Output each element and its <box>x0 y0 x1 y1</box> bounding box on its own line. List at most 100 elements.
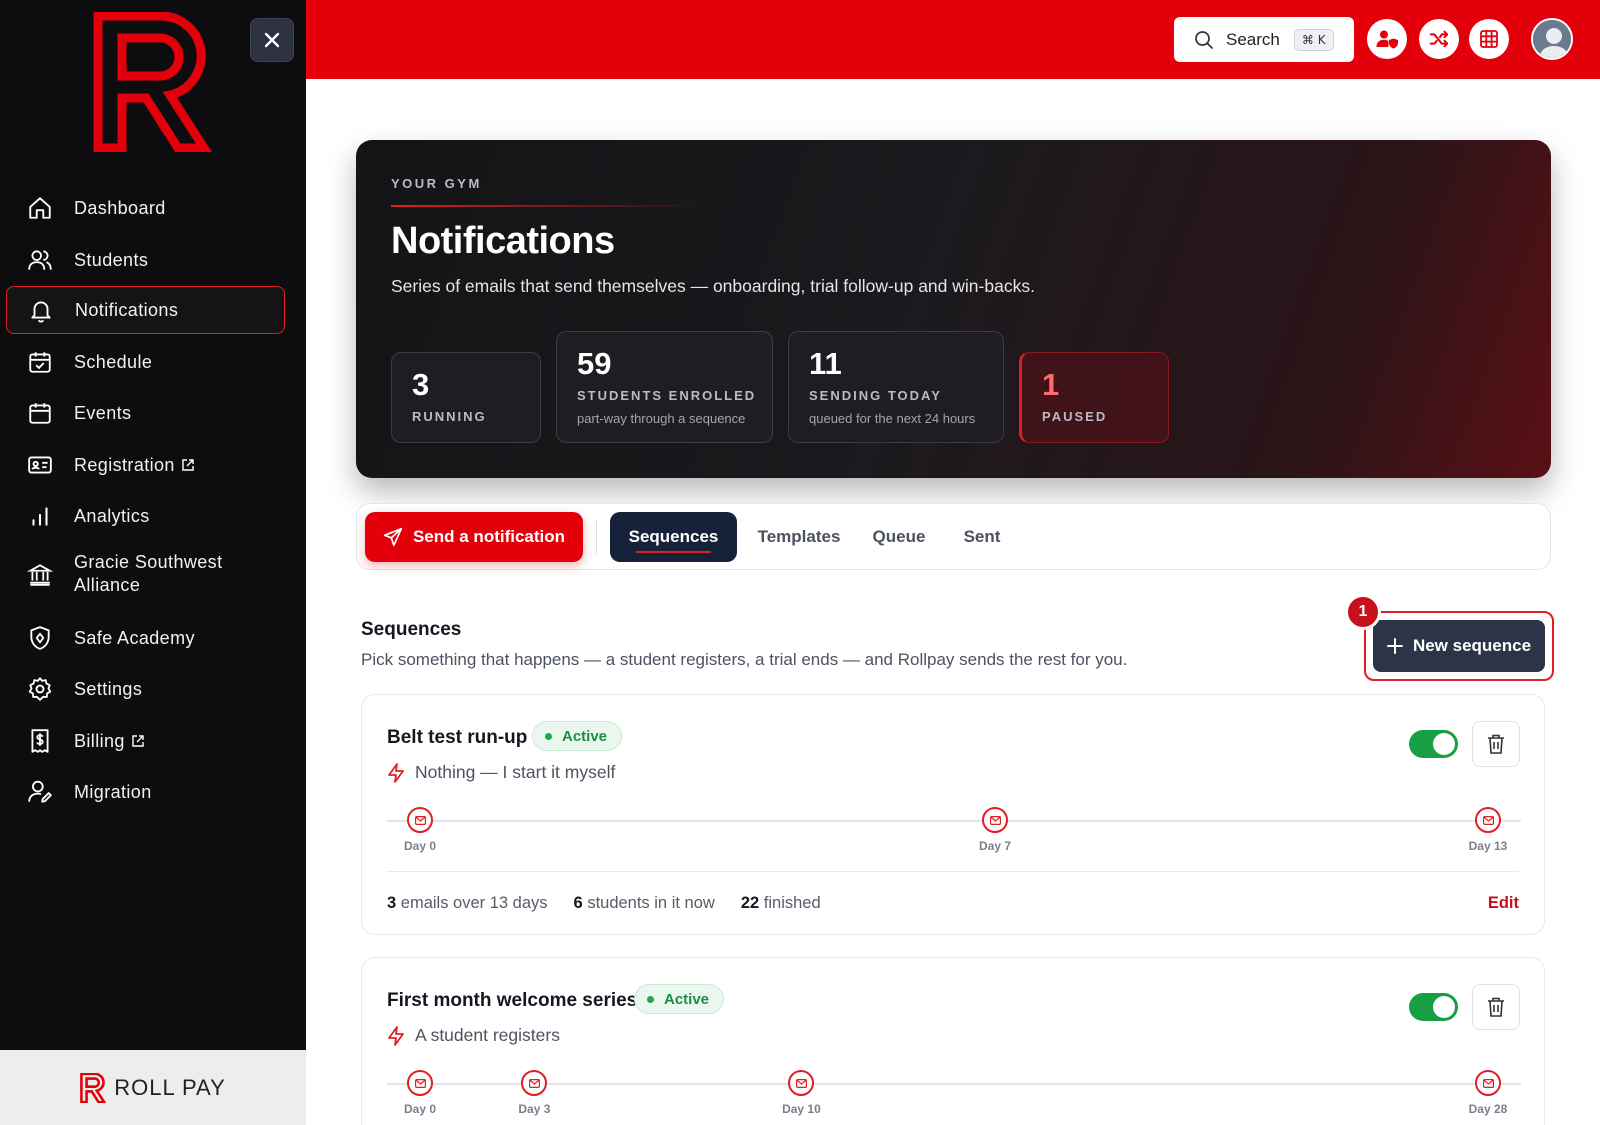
user-security-button[interactable] <box>1367 19 1407 59</box>
sidebar-item-label: Billing <box>74 730 145 753</box>
mail-icon <box>1475 807 1501 833</box>
sequences-heading: Sequences <box>361 619 462 640</box>
tabs-divider <box>596 520 597 554</box>
tab-sent[interactable]: Sent <box>947 512 1017 562</box>
timeline-step-label: Day 13 <box>1468 839 1508 853</box>
status-badge: Active <box>532 721 623 751</box>
sidebar-item-settings[interactable]: Settings <box>6 665 285 713</box>
stat-paused[interactable]: 1 PAUSED <box>1019 352 1169 443</box>
sidebar-item-billing[interactable]: Billing <box>6 717 285 765</box>
mail-icon <box>982 807 1009 833</box>
sequence-enabled-toggle[interactable] <box>1409 993 1458 1021</box>
stat-value: 3 <box>412 367 430 402</box>
tab-templates[interactable]: Templates <box>747 512 851 562</box>
stat-value: 11 <box>809 346 842 381</box>
tab-sequences[interactable]: Sequences <box>610 512 737 562</box>
hero-eyebrow: YOUR GYM <box>391 176 482 191</box>
sidebar-item-label: Schedule <box>74 351 153 372</box>
rollpay-logo <box>93 12 212 152</box>
user-edit-icon <box>26 778 54 806</box>
sidebar-item-registration[interactable]: Registration <box>6 441 285 489</box>
sequence-card: Belt test run-up Active Nothing — I star… <box>361 694 1545 935</box>
shuffle-button[interactable] <box>1419 19 1459 59</box>
shield-icon <box>26 624 54 652</box>
sidebar-item-label: Gracie Southwest Alliance <box>74 552 223 595</box>
external-link-icon <box>131 734 145 748</box>
timeline-step[interactable]: Day 0 <box>390 807 450 853</box>
notifications-hero: YOUR GYM Notifications Series of emails … <box>356 140 1551 478</box>
bell-icon <box>27 296 55 324</box>
sidebar-item-students[interactable]: Students <box>6 236 285 284</box>
sidebar-footer: ROLL PAY <box>0 1050 306 1125</box>
close-icon <box>264 32 280 48</box>
sidebar-item-notifications[interactable]: Notifications <box>6 286 285 334</box>
bank-icon <box>26 560 54 588</box>
search-button[interactable]: Search ⌘ K <box>1174 17 1354 62</box>
sidebar: Dashboard Students Notifications Schedul… <box>0 0 306 1125</box>
calendar-icon <box>26 399 54 427</box>
grid-icon <box>1480 30 1498 48</box>
toggle-knob <box>1433 996 1455 1018</box>
timeline-track <box>387 820 1521 822</box>
user-avatar[interactable] <box>1531 18 1573 60</box>
sidebar-item-label: Safe Academy <box>74 627 195 648</box>
card-divider <box>387 871 1519 872</box>
users-icon <box>26 246 54 274</box>
footer-brand-name: ROLL PAY <box>114 1074 226 1100</box>
timeline-step-label: Day 0 <box>403 839 437 853</box>
meta-students: 6 students in it now <box>573 894 715 912</box>
delete-sequence-button[interactable] <box>1472 721 1520 767</box>
timeline-step-label: Day 0 <box>403 1102 437 1116</box>
stat-label: PAUSED <box>1042 409 1108 424</box>
plus-icon <box>1386 638 1403 654</box>
trigger-text: Nothing — I start it myself <box>415 762 616 782</box>
timeline-step[interactable]: Day 3 <box>504 1070 564 1116</box>
sidebar-item-analytics[interactable]: Analytics <box>6 492 285 540</box>
stat-value: 1 <box>1042 367 1060 402</box>
search-icon <box>1195 30 1213 49</box>
timeline-step-label: Day 7 <box>979 839 1012 853</box>
page-subtitle: Series of emails that send themselves — … <box>391 276 1035 296</box>
send-icon <box>383 527 403 547</box>
stat-sending-today: 11 SENDING TODAY queued for the next 24 … <box>788 331 1004 443</box>
sidebar-item-safe-academy[interactable]: Safe Academy <box>6 614 285 662</box>
trigger-text: A student registers <box>415 1025 560 1045</box>
status-dot <box>647 995 654 1003</box>
id-card-icon <box>26 451 54 479</box>
tab-queue[interactable]: Queue <box>859 512 939 562</box>
stat-label: RUNNING <box>412 409 487 424</box>
send-notification-button[interactable]: Send a notification <box>365 512 583 562</box>
sidebar-item-label: Registration <box>74 454 195 477</box>
eyebrow-underline <box>391 205 701 207</box>
apps-grid-button[interactable] <box>1469 19 1509 59</box>
sidebar-item-events[interactable]: Events <box>6 389 285 437</box>
timeline-step[interactable]: Day 13 <box>1458 807 1518 853</box>
shuffle-icon <box>1429 30 1449 48</box>
sequence-timeline: Day 0 Day 3 Day 10 Day 28 <box>387 1066 1521 1125</box>
sidebar-item-gracie-southwest-alliance[interactable]: Gracie Southwest Alliance <box>6 544 285 604</box>
new-sequence-button[interactable]: New sequence <box>1373 620 1545 672</box>
trash-icon <box>1488 734 1504 754</box>
status-label: Active <box>664 990 710 1008</box>
timeline-step[interactable]: Day 0 <box>390 1070 450 1116</box>
delete-sequence-button[interactable] <box>1472 984 1520 1030</box>
sidebar-item-dashboard[interactable]: Dashboard <box>6 184 285 232</box>
sidebar-item-label: Notifications <box>75 299 179 320</box>
page-title: Notifications <box>391 220 615 262</box>
status-dot <box>545 732 552 740</box>
sequence-title: Belt test run-up <box>387 727 528 748</box>
mail-icon <box>788 1070 815 1096</box>
sequence-enabled-toggle[interactable] <box>1409 730 1458 758</box>
timeline-step[interactable]: Day 10 <box>771 1070 831 1116</box>
meta-emails: 3 emails over 13 days <box>387 894 548 912</box>
timeline-step[interactable]: Day 28 <box>1458 1070 1518 1116</box>
close-sidebar-button[interactable] <box>250 18 294 62</box>
sidebar-item-migration[interactable]: Migration <box>6 768 285 816</box>
sidebar-item-label: Events <box>74 402 132 423</box>
user-shield-icon <box>1376 30 1398 49</box>
timeline-step[interactable]: Day 7 <box>965 807 1025 853</box>
sidebar-item-schedule[interactable]: Schedule <box>6 338 285 386</box>
stat-description: queued for the next 24 hours <box>809 411 976 426</box>
edit-sequence-link[interactable]: Edit <box>1488 894 1519 913</box>
sidebar-item-label: Migration <box>74 781 152 802</box>
